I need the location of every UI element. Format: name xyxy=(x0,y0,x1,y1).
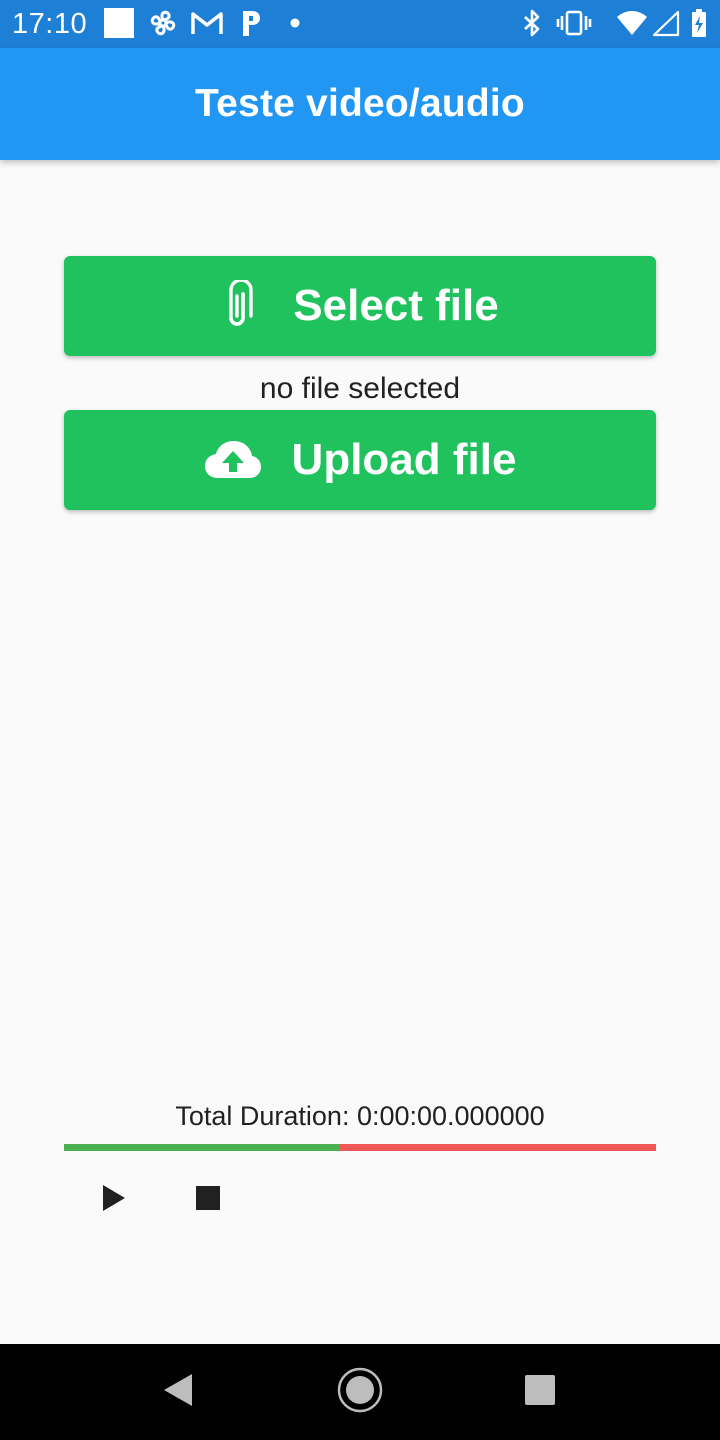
progress-bar[interactable] xyxy=(64,1144,656,1151)
back-button[interactable] xyxy=(154,1368,202,1416)
progress-fill xyxy=(64,1144,340,1151)
upload-file-button[interactable]: Upload file xyxy=(64,410,656,510)
select-file-button[interactable]: Select file xyxy=(64,256,656,356)
status-time: 17:10 xyxy=(12,8,88,40)
battery-icon xyxy=(690,8,708,38)
fan-icon xyxy=(147,8,179,38)
recents-button[interactable] xyxy=(516,1368,564,1416)
app-title: Teste video/audio xyxy=(195,82,525,125)
paperclip-icon xyxy=(221,280,253,332)
file-status-text: no file selected xyxy=(259,372,461,405)
app-bar: Teste video/audio xyxy=(0,48,720,160)
notification-square-icon xyxy=(104,8,134,38)
gmail-icon xyxy=(190,8,224,38)
wifi-outline-icon xyxy=(650,8,680,38)
recents-icon xyxy=(524,1374,556,1411)
play-button[interactable] xyxy=(94,1180,134,1220)
vibrate-icon xyxy=(556,8,592,38)
home-button[interactable] xyxy=(336,1366,384,1419)
upload-file-label: Upload file xyxy=(291,435,517,484)
dot-icon xyxy=(289,8,301,38)
status-bar: 17:10 xyxy=(0,0,720,48)
navigation-bar xyxy=(0,1344,720,1440)
back-icon xyxy=(161,1372,195,1413)
total-duration-text: Total Duration: 0:00:00.000000 xyxy=(175,1101,545,1131)
play-icon xyxy=(102,1184,126,1217)
bluetooth-icon xyxy=(521,8,543,38)
wifi-icon xyxy=(616,8,648,38)
stop-icon xyxy=(196,1185,220,1215)
select-file-label: Select file xyxy=(293,281,499,330)
stop-button[interactable] xyxy=(186,1180,230,1220)
cloud-upload-icon xyxy=(204,440,262,480)
parking-icon xyxy=(240,8,262,38)
home-icon xyxy=(336,1366,384,1419)
